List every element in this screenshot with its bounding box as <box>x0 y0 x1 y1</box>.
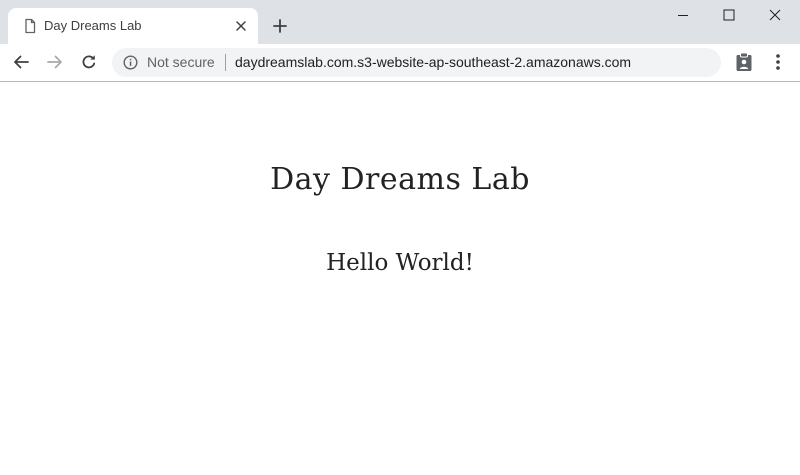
new-tab-plus-icon[interactable] <box>268 14 292 38</box>
page-subheading: Hello World! <box>326 250 474 276</box>
address-bar[interactable]: Not secure daydreamslab.com.s3-website-a… <box>112 48 721 77</box>
forward-arrow-icon[interactable] <box>41 48 69 76</box>
browser-tab[interactable]: Day Dreams Lab <box>8 8 258 44</box>
close-tab-icon[interactable] <box>232 17 250 35</box>
address-divider <box>225 54 226 71</box>
clipboard-icon[interactable] <box>732 50 756 74</box>
minimize-icon[interactable] <box>660 0 706 30</box>
security-status-label[interactable]: Not secure <box>147 54 215 71</box>
browser-toolbar: Not secure daydreamslab.com.s3-website-a… <box>0 44 800 82</box>
maximize-icon[interactable] <box>706 0 752 30</box>
url-text[interactable]: daydreamslab.com.s3-website-ap-southeast… <box>235 54 631 71</box>
more-vert-icon[interactable] <box>766 50 790 74</box>
page-content: Day Dreams Lab Hello World! <box>0 82 800 475</box>
page-icon <box>22 18 38 34</box>
reload-icon[interactable] <box>75 48 103 76</box>
page-heading: Day Dreams Lab <box>270 162 530 197</box>
browser-window: Day Dreams Lab Not secure daydreamslab.c… <box>0 0 800 475</box>
back-arrow-icon[interactable] <box>7 48 35 76</box>
close-window-icon[interactable] <box>752 0 798 30</box>
tab-strip: Day Dreams Lab <box>0 0 800 44</box>
info-icon[interactable] <box>123 55 138 70</box>
tab-title: Day Dreams Lab <box>44 18 142 33</box>
